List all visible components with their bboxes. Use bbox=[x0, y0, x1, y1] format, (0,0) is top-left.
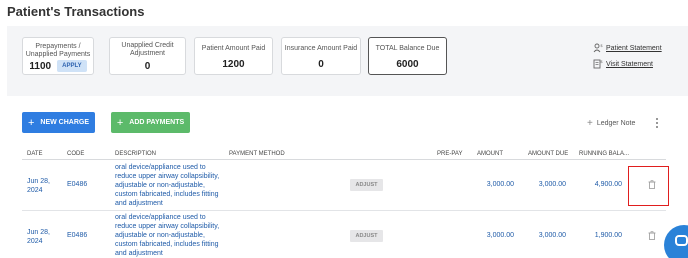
unapplied-credit-card: Unapplied Credit Adjustment 0 bbox=[109, 37, 186, 75]
total-balance-card: TOTAL Balance Due 6000 bbox=[368, 37, 447, 75]
column-header-description[interactable]: DESCRIPTION bbox=[115, 151, 156, 157]
unapplied-credit-label: Unapplied Credit Adjustment bbox=[121, 42, 174, 57]
chat-icon bbox=[675, 235, 688, 246]
row-amount-due: 3,000.00 bbox=[538, 181, 566, 188]
add-payments-button[interactable]: + ADD PAYMENTS bbox=[111, 112, 190, 133]
svg-text:$: $ bbox=[601, 60, 603, 64]
insurance-paid-value: 0 bbox=[318, 59, 324, 70]
new-charge-label: NEW CHARGE bbox=[40, 119, 90, 126]
column-header-pre-pay[interactable]: PRE-PAY bbox=[437, 151, 462, 157]
row-amount: 3,000.00 bbox=[486, 181, 514, 188]
row-code: E0486 bbox=[67, 232, 88, 239]
prepayments-card: Prepayments / Unapplied Payments 1100 AP… bbox=[22, 37, 94, 75]
prepayments-value: 1100 bbox=[29, 60, 52, 72]
plus-icon: + bbox=[27, 116, 35, 129]
row-amount-due: 3,000.00 bbox=[538, 232, 566, 239]
total-balance-label: TOTAL Balance Due bbox=[375, 45, 440, 52]
row-date: Jun 28, 2024 bbox=[27, 229, 50, 245]
column-header-date[interactable]: DATE bbox=[27, 151, 43, 157]
row-description: oral device/appliance used to reduce upp… bbox=[115, 214, 220, 257]
visit-statement-link[interactable]: $ Visit Statement bbox=[593, 59, 653, 69]
column-header-code[interactable]: CODE bbox=[67, 151, 84, 157]
table-header: DATE CODE DESCRIPTION PAYMENT METHOD PRE… bbox=[22, 148, 666, 160]
row-amount: 3,000.00 bbox=[486, 232, 514, 239]
person-icon: $ bbox=[593, 43, 603, 53]
apply-button[interactable]: APPLY bbox=[57, 60, 87, 72]
prepayments-label: Prepayments / Unapplied Payments bbox=[25, 43, 91, 58]
column-header-payment-method[interactable]: PAYMENT METHOD bbox=[229, 151, 285, 157]
patient-paid-card: Patient Amount Paid 1200 bbox=[194, 37, 273, 75]
table-row[interactable]: Jun 28, 2024 E0486 oral device/appliance… bbox=[22, 211, 666, 258]
kebab-icon[interactable] bbox=[654, 117, 660, 129]
row-code: E0486 bbox=[67, 181, 88, 188]
total-balance-value: 6000 bbox=[396, 59, 419, 70]
insurance-paid-label: Insurance Amount Paid bbox=[284, 45, 358, 52]
svg-text:$: $ bbox=[601, 44, 603, 48]
visit-statement-label[interactable]: Visit Statement bbox=[606, 61, 653, 68]
balance-summary-panel: Prepayments / Unapplied Payments 1100 AP… bbox=[7, 26, 688, 96]
chat-widget-button[interactable] bbox=[664, 225, 688, 258]
row-running-balance: 1,900.00 bbox=[594, 232, 622, 239]
patient-paid-label: Patient Amount Paid bbox=[201, 45, 266, 52]
adjust-button[interactable]: ADJUST bbox=[350, 179, 383, 191]
ledger-note-label: Ledger Note bbox=[596, 120, 636, 127]
column-header-amount-due[interactable]: AMOUNT DUE bbox=[528, 151, 568, 157]
delete-highlight-box bbox=[628, 166, 669, 206]
new-charge-button[interactable]: + NEW CHARGE bbox=[22, 112, 95, 133]
column-header-running-balance[interactable]: RUNNING BALA... bbox=[579, 151, 629, 157]
plus-icon: + bbox=[116, 116, 124, 129]
document-icon: $ bbox=[593, 59, 603, 69]
adjust-button[interactable]: ADJUST bbox=[350, 230, 383, 242]
patient-statement-label[interactable]: Patient Statement bbox=[606, 45, 662, 52]
table-row[interactable]: Jun 28, 2024 E0486 oral device/appliance… bbox=[22, 161, 666, 211]
unapplied-credit-value: 0 bbox=[144, 61, 151, 72]
patient-paid-value: 1200 bbox=[222, 59, 245, 70]
row-running-balance: 4,900.00 bbox=[594, 181, 622, 188]
row-description: oral device/appliance used to reduce upp… bbox=[115, 164, 220, 207]
column-header-amount[interactable]: AMOUNT bbox=[477, 151, 503, 157]
patient-statement-link[interactable]: $ Patient Statement bbox=[593, 43, 662, 53]
trash-icon[interactable] bbox=[648, 231, 656, 242]
add-payments-label: ADD PAYMENTS bbox=[129, 119, 185, 126]
page-title: Patient's Transactions bbox=[7, 4, 145, 19]
row-date: Jun 28, 2024 bbox=[27, 178, 50, 194]
plus-icon: + bbox=[587, 118, 593, 129]
insurance-paid-card: Insurance Amount Paid 0 bbox=[281, 37, 361, 75]
ledger-note-button[interactable]: + Ledger Note bbox=[587, 118, 635, 129]
